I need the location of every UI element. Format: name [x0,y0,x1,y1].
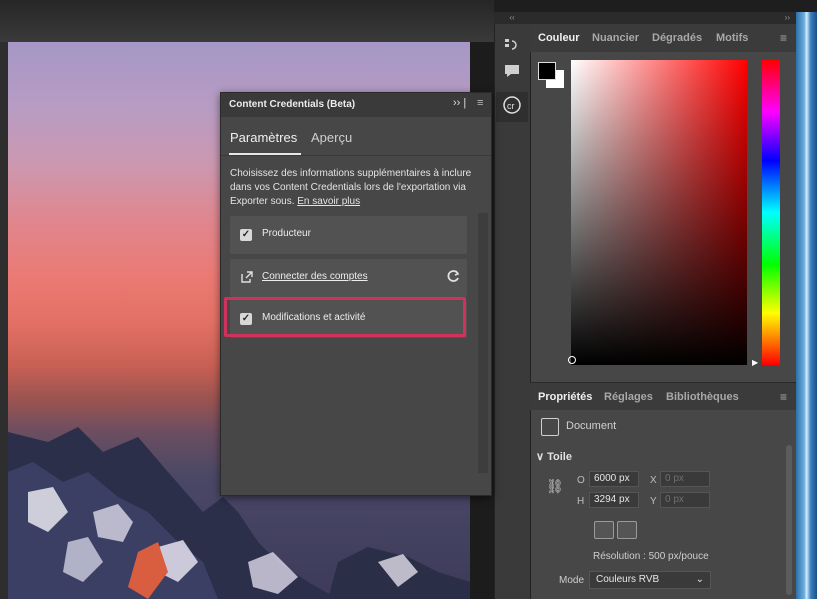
checkbox-producteur[interactable]: ✓ [240,229,252,241]
background-image-strip [796,12,817,599]
height-label: H [577,496,585,507]
tab-reglages[interactable]: Réglages [604,383,653,411]
description-text: Choisissez des informations supplémentai… [230,167,482,209]
tab-nuancier[interactable]: Nuancier [592,24,639,52]
tab-proprietes[interactable]: Propriétés [538,383,592,411]
panel-menu-icon[interactable]: ≡ [477,97,483,109]
chevron-down-icon: ∨ [536,451,548,463]
color-panel-menu-icon[interactable]: ≡ [780,24,787,52]
option-producteur[interactable]: ✓ Producteur [230,216,467,254]
collapse-right-icon[interactable]: ›› [530,12,796,24]
properties-menu-icon[interactable]: ≡ [780,383,787,411]
width-field[interactable]: 6000 px [589,471,639,487]
mode-label: Mode [559,575,585,586]
tab-degrades[interactable]: Dégradés [652,24,702,52]
external-link-icon [240,270,254,289]
canvas-top-bar [0,0,494,42]
tab-parametres[interactable]: Paramètres [230,130,297,145]
comment-icon[interactable] [500,62,524,86]
toile-section-header[interactable]: ∨ Toile [536,450,572,463]
document-icon [541,418,559,436]
panel-scrollbar[interactable] [478,213,488,473]
document-label: Document [566,420,617,432]
mode-value: Couleurs RVB [596,574,660,585]
hue-slider[interactable] [762,60,780,365]
highlight-box [224,297,466,337]
color-panel-tabs: Couleur Nuancier Dégradés Motifs ≡ [530,24,796,52]
mode-select[interactable]: Couleurs RVB ⌄ [589,571,711,589]
tab-couleur[interactable]: Couleur [538,24,580,52]
option-connecter-comptes[interactable]: Connecter des comptes [230,259,467,297]
link-icon[interactable]: ⛓ [546,478,564,495]
width-label: O [577,475,585,486]
y-field[interactable]: 0 px [660,492,710,508]
learn-more-link[interactable]: En savoir plus [297,196,360,207]
portrait-orientation-icon[interactable] [594,521,614,539]
option-label: Producteur [262,228,311,239]
resolution-text: Résolution : 500 px/pouce [593,551,709,562]
refresh-icon[interactable] [446,269,460,288]
x-field[interactable]: 0 px [660,471,710,487]
tab-bibliotheques[interactable]: Bibliothèques [666,383,739,411]
collapse-left-icon[interactable]: ‹‹ [494,12,530,24]
divider [221,155,491,156]
content-credentials-panel: Content Credentials (Beta) ›› | ≡ Paramè… [220,92,492,496]
picker-marker[interactable] [568,356,576,364]
tab-motifs[interactable]: Motifs [716,24,748,52]
content-credentials-icon[interactable]: cr [500,95,524,119]
connect-accounts-link[interactable]: Connecter des comptes [262,271,368,282]
y-label: Y [650,496,657,507]
panel-title: Content Credentials (Beta) [229,99,356,110]
properties-scrollbar[interactable] [786,445,792,595]
tab-apercu[interactable]: Aperçu [311,130,352,145]
height-field[interactable]: 3294 px [589,492,639,508]
foreground-color-swatch[interactable] [538,62,556,80]
svg-text:cr: cr [507,101,515,111]
properties-panel-tabs: Propriétés Réglages Bibliothèques ≡ [530,382,796,410]
chevron-down-icon: ⌄ [695,574,704,585]
color-picker-field[interactable] [571,60,747,365]
panel-title-bar[interactable]: Content Credentials (Beta) ›› | ≡ [221,93,491,117]
toile-label: Toile [547,451,572,463]
expand-icon[interactable]: ›› | [453,97,466,109]
history-icon[interactable] [500,36,524,60]
x-label: X [650,475,657,486]
hue-marker-icon[interactable]: ▶ [752,358,758,367]
landscape-orientation-icon[interactable] [617,521,637,539]
